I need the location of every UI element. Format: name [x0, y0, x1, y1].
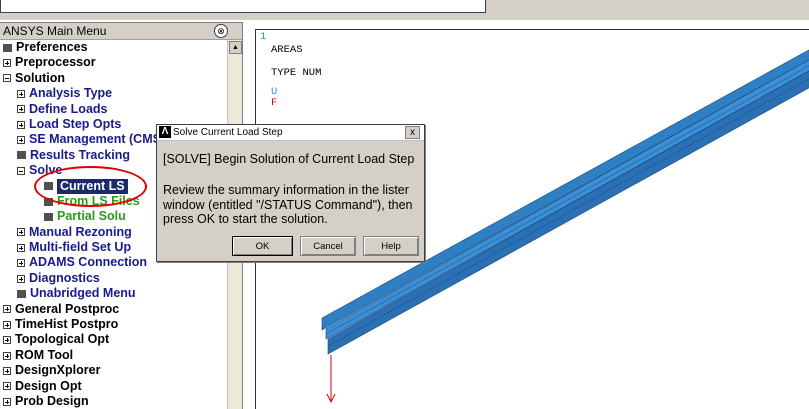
- menu-item-label: Solution: [15, 70, 65, 85]
- box-icon: [44, 212, 53, 221]
- highlight-annotation-circle: [34, 166, 147, 207]
- menu-item-label: Preprocessor: [15, 55, 96, 70]
- box-icon: [17, 151, 26, 160]
- menu-item-timehist-postpro[interactable]: TimeHist Postpro: [0, 317, 227, 332]
- menu-item-label: General Postproc: [15, 301, 120, 316]
- menu-item-design-opt[interactable]: Design Opt: [0, 379, 227, 394]
- menu-item-label: Partial Solu: [57, 209, 126, 224]
- plus-icon[interactable]: [17, 274, 25, 283]
- plus-icon[interactable]: [3, 305, 11, 314]
- plus-icon[interactable]: [3, 59, 11, 68]
- menu-item-topological-opt[interactable]: Topological Opt: [0, 332, 227, 347]
- menu-item-label: Define Loads: [29, 101, 108, 116]
- menu-item-prob-design[interactable]: Prob Design: [0, 394, 227, 409]
- plus-icon[interactable]: [3, 397, 11, 406]
- box-icon: [3, 43, 12, 52]
- menu-item-label: Multi-field Set Up: [29, 240, 132, 255]
- menu-item-label: Unabridged Menu: [30, 286, 136, 301]
- menu-item-designxplorer[interactable]: DesignXplorer: [0, 363, 227, 378]
- main-menu-title: ANSYS Main Menu ⊗: [0, 23, 242, 40]
- menu-item-define-loads[interactable]: Define Loads: [0, 102, 227, 117]
- menu-item-label: Design Opt: [15, 378, 82, 393]
- minus-icon[interactable]: [17, 166, 25, 175]
- menu-item-label: Preferences: [16, 40, 88, 54]
- collapse-icon[interactable]: ⊗: [214, 24, 228, 38]
- menu-item-label: TimeHist Postpro: [15, 317, 119, 332]
- plus-icon[interactable]: [17, 228, 25, 237]
- plus-icon[interactable]: [17, 105, 25, 114]
- plus-icon[interactable]: [3, 366, 11, 375]
- menu-item-diagnostics[interactable]: Diagnostics: [0, 271, 227, 286]
- minus-icon[interactable]: [3, 74, 11, 83]
- menu-item-rom-tool[interactable]: ROM Tool: [0, 348, 227, 363]
- menu-item-label: ROM Tool: [15, 347, 74, 362]
- plus-icon[interactable]: [3, 320, 11, 329]
- close-icon[interactable]: x: [405, 126, 420, 139]
- menu-item-label: ADAMS Connection: [29, 255, 148, 270]
- plus-icon[interactable]: [17, 120, 25, 129]
- menu-item-label: Analysis Type: [29, 86, 113, 101]
- plus-icon[interactable]: [17, 136, 25, 145]
- dialog-message: Review the summary information in the li…: [163, 183, 413, 226]
- cancel-button[interactable]: Cancel: [300, 236, 356, 256]
- menu-item-label: Results Tracking: [30, 147, 131, 162]
- menu-item-label: Prob Design: [15, 393, 89, 408]
- plus-icon[interactable]: [3, 336, 11, 345]
- plus-icon[interactable]: [3, 351, 11, 360]
- menu-item-preferences[interactable]: Preferences: [0, 40, 227, 55]
- menu-item-label: Load Step Opts: [29, 116, 122, 131]
- box-icon: [17, 289, 26, 298]
- menu-item-unabridged-menu[interactable]: Unabridged Menu: [0, 286, 227, 301]
- menu-item-label: Diagnostics: [29, 270, 100, 285]
- plus-icon[interactable]: [3, 382, 11, 391]
- menu-item-label: DesignXplorer: [15, 363, 101, 378]
- scroll-up-arrow-icon[interactable]: ▲: [229, 41, 242, 54]
- solve-current-load-step-dialog: Λ Solve Current Load Step x [SOLVE] Begi…: [156, 124, 425, 262]
- plus-icon[interactable]: [17, 259, 25, 268]
- ok-button[interactable]: OK: [232, 236, 293, 256]
- menu-item-solution[interactable]: Solution: [0, 71, 227, 86]
- main-menu-title-text: ANSYS Main Menu: [3, 24, 107, 38]
- help-button[interactable]: Help: [363, 236, 419, 256]
- menu-item-label: Manual Rezoning: [29, 224, 132, 239]
- dialog-title-bar[interactable]: Λ Solve Current Load Step x: [157, 125, 424, 141]
- menu-item-label: Topological Opt: [15, 332, 110, 347]
- menu-item-preprocessor[interactable]: Preprocessor: [0, 55, 227, 70]
- ansys-logo-icon: Λ: [159, 126, 171, 138]
- menu-item-analysis-type[interactable]: Analysis Type: [0, 86, 227, 101]
- menu-item-general-postproc[interactable]: General Postproc: [0, 302, 227, 317]
- plus-icon[interactable]: [17, 89, 25, 98]
- plus-icon[interactable]: [17, 243, 25, 252]
- command-input-box[interactable]: [0, 0, 486, 13]
- dialog-title-text: Solve Current Load Step: [173, 127, 283, 138]
- menu-item-label: SE Management (CMS): [29, 132, 166, 147]
- dialog-heading: [SOLVE] Begin Solution of Current Load S…: [163, 152, 415, 166]
